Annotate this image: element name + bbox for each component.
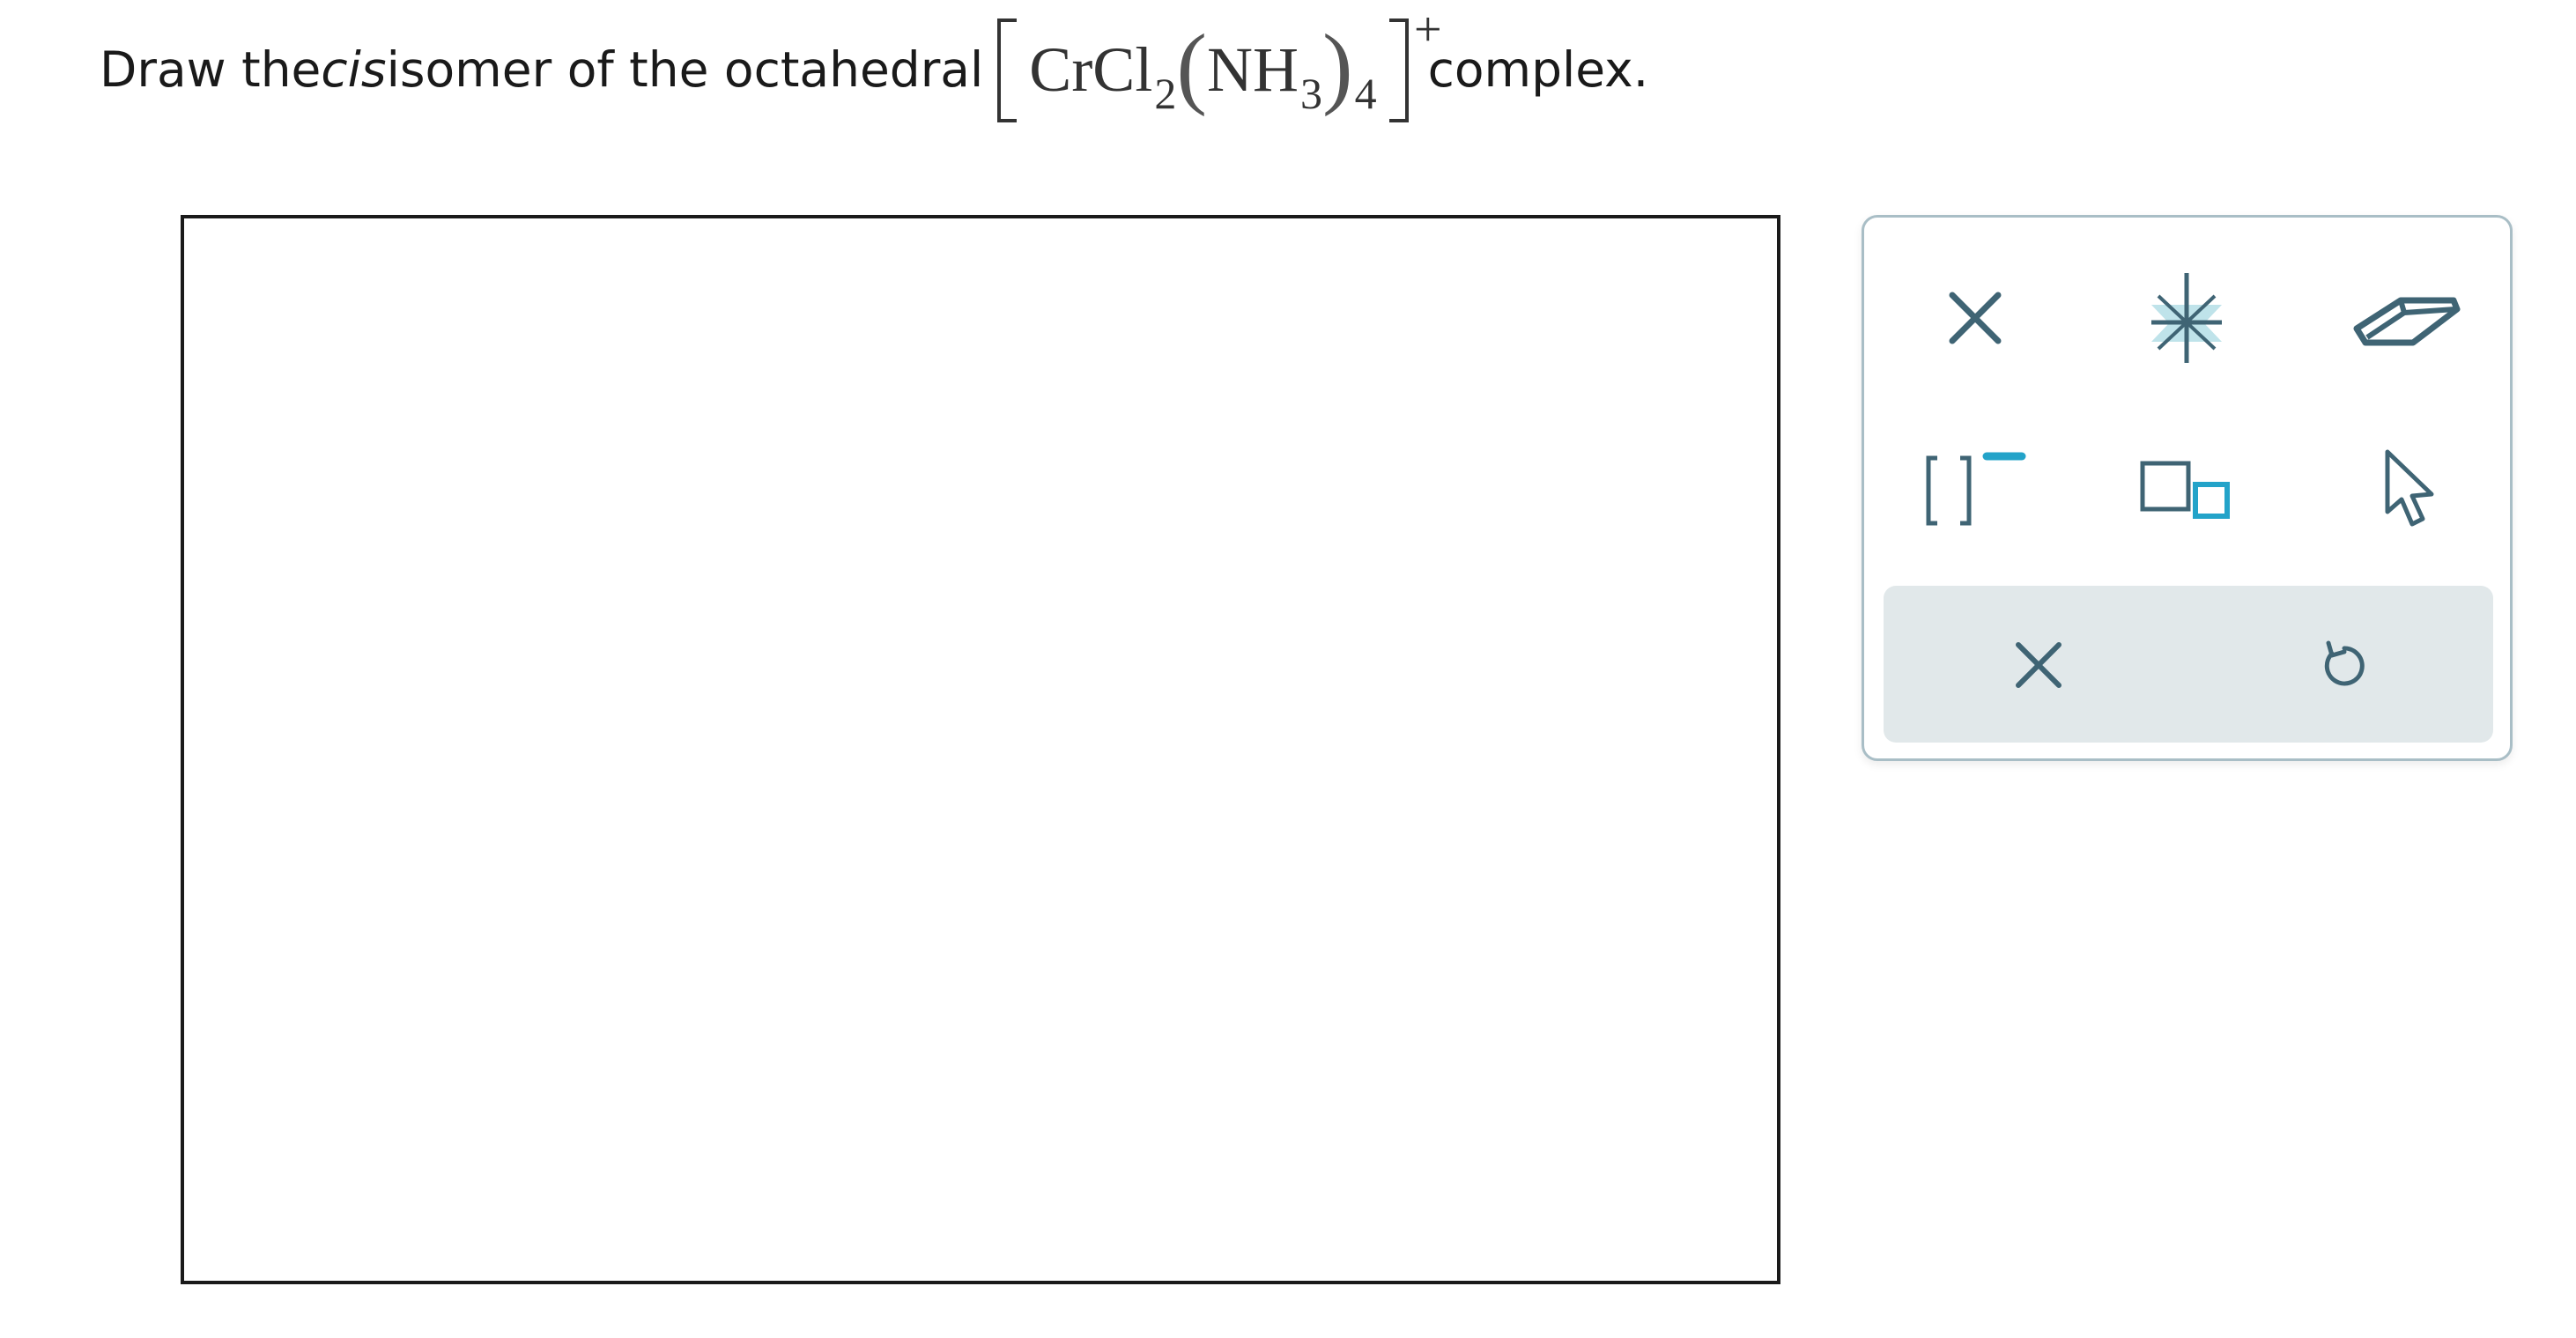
formula-sub-count: 4 <box>1354 68 1377 118</box>
cursor-icon <box>2385 449 2434 527</box>
formula-charge: + <box>1414 3 1442 57</box>
formula-ligand: NH <box>1206 34 1299 105</box>
question-middle: isomer of the octahedral <box>386 41 984 98</box>
question-emphasis: cis <box>321 41 387 98</box>
action-bar <box>1884 586 2493 743</box>
clear-button[interactable] <box>1977 603 2100 727</box>
bond-tool[interactable] <box>1913 256 2037 380</box>
formula-sub-nh: 3 <box>1299 68 1322 118</box>
select-tool[interactable] <box>2345 429 2469 552</box>
undo-icon <box>2324 640 2365 686</box>
undo-button[interactable] <box>2282 603 2405 727</box>
templates-tool[interactable] <box>2125 429 2248 552</box>
eraser-tool[interactable] <box>2345 256 2469 380</box>
formula-sub-cl: 2 <box>1154 68 1177 118</box>
formula-left-bracket <box>997 18 1018 122</box>
question-text: Draw the cis isomer of the octahedral Cr… <box>100 3 1649 129</box>
formula-metal-ligand: CrCl <box>1029 34 1153 105</box>
x-bond-icon <box>1949 292 2002 344</box>
close-icon <box>2016 642 2062 688</box>
drawing-canvas[interactable] <box>181 215 1780 1284</box>
drawing-toolbox <box>1862 215 2513 761</box>
chemical-formula: CrCl 2 ( NH 3 ) 4 + <box>997 3 1442 129</box>
formula-paren-open: ( <box>1176 15 1207 117</box>
bracket-charge-tool[interactable] <box>1913 429 2037 552</box>
bracket-charge-icon <box>1926 452 2026 526</box>
formula-paren-close: ) <box>1321 15 1353 117</box>
question-prefix: Draw the <box>100 41 322 98</box>
formula-right-bracket <box>1388 18 1409 122</box>
squares-icon <box>2140 461 2230 519</box>
lone-pair-tool[interactable] <box>2125 256 2248 380</box>
asterisk-bond-icon <box>2151 273 2222 363</box>
question-suffix: complex. <box>1427 41 1649 98</box>
eraser-icon <box>2353 297 2461 346</box>
